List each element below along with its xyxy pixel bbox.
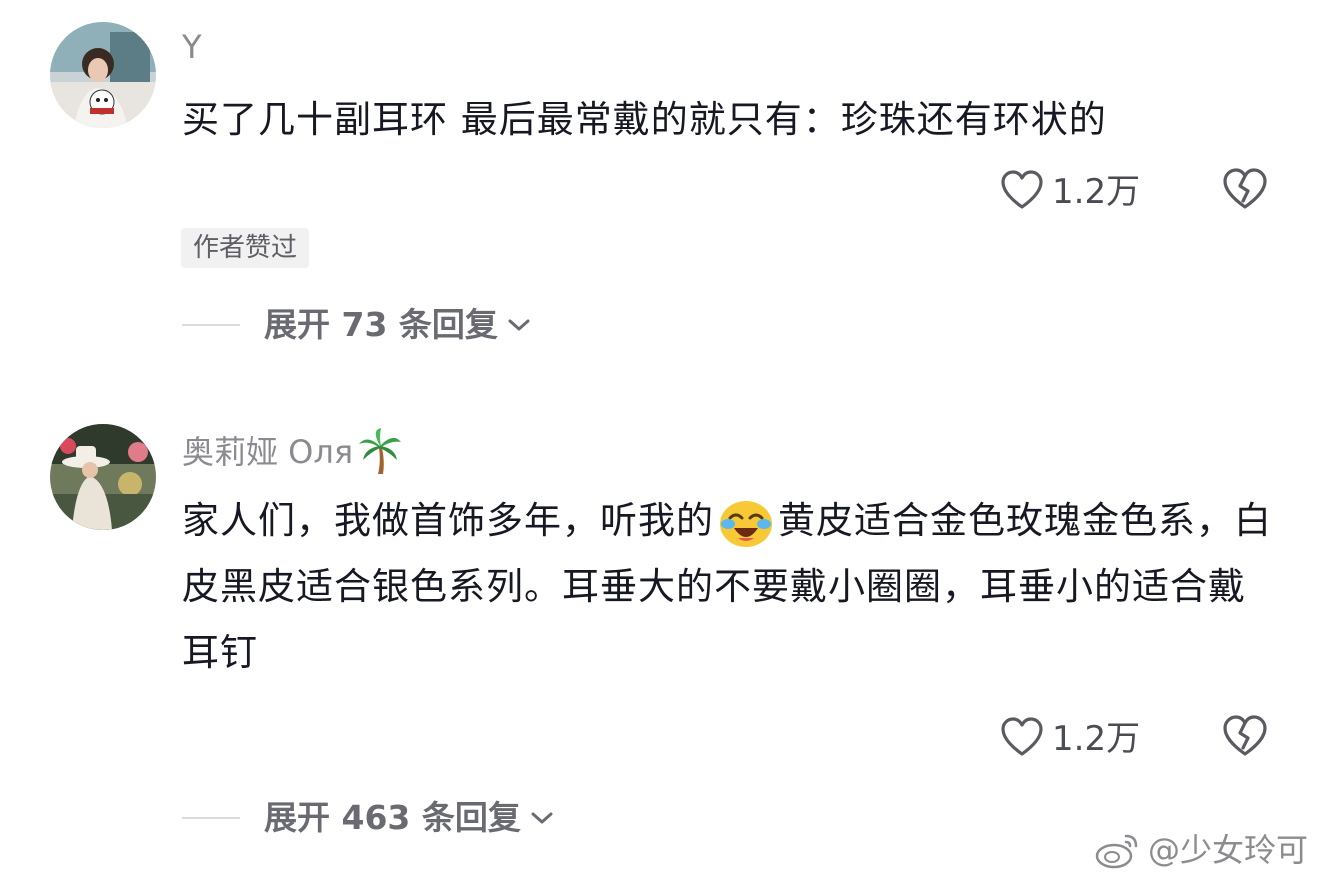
dislike-button[interactable]: [1222, 167, 1268, 215]
dislike-button[interactable]: [1222, 714, 1268, 762]
username[interactable]: Y: [182, 27, 202, 67]
divider: [182, 817, 240, 819]
comment-item: Y 买了几十副耳环 最后最常戴的就只有：珍珠还有环状的 1.2万 作者赞过 展开…: [0, 0, 1320, 380]
like-count: 1.2万: [1052, 719, 1141, 759]
broken-heart-icon: [1222, 715, 1268, 762]
expand-replies-label: 展开 463 条回复: [264, 798, 521, 837]
comment-item: 奥莉娅 Оля 家人们，我做首饰多年，听我的 黄皮适合金色玫瑰金色系，白皮黑皮适…: [0, 380, 1320, 882]
divider: [182, 324, 240, 326]
heart-outline-icon: [1000, 716, 1044, 762]
avatar[interactable]: [50, 22, 156, 128]
expand-replies-label: 展开 73 条回复: [264, 305, 498, 344]
heart-outline-icon: [1000, 169, 1044, 215]
expand-replies-button[interactable]: 展开 73 条回复: [182, 303, 532, 347]
avatar[interactable]: [50, 424, 156, 530]
weibo-logo-icon: [1094, 830, 1142, 870]
comment-text: 家人们，我做首饰多年，听我的 黄皮适合金色玫瑰金色系，白皮黑皮适合银色系列。耳垂…: [182, 488, 1272, 686]
username-row: 奥莉娅 Оля: [182, 428, 403, 476]
chevron-down-icon: [506, 316, 532, 334]
like-count: 1.2万: [1052, 172, 1141, 212]
like-button[interactable]: 1.2万: [1000, 167, 1140, 217]
watermark: @少女玲可: [1094, 830, 1308, 870]
palm-tree-icon: [357, 428, 403, 476]
username[interactable]: 奥莉娅 Оля: [182, 432, 353, 472]
broken-heart-icon: [1222, 168, 1268, 215]
expand-replies-button[interactable]: 展开 463 条回复: [182, 796, 555, 840]
author-liked-badge: 作者赞过: [181, 228, 310, 268]
comment-text: 买了几十副耳环 最后最常戴的就只有：珍珠还有环状的: [182, 98, 1107, 141]
watermark-text: @少女玲可: [1147, 831, 1308, 869]
chevron-down-icon: [529, 809, 555, 827]
like-button[interactable]: 1.2万: [1000, 714, 1140, 764]
crying-laughing-face-icon: [718, 498, 774, 548]
comment-text-part: 家人们，我做首饰多年，听我的: [182, 499, 714, 542]
